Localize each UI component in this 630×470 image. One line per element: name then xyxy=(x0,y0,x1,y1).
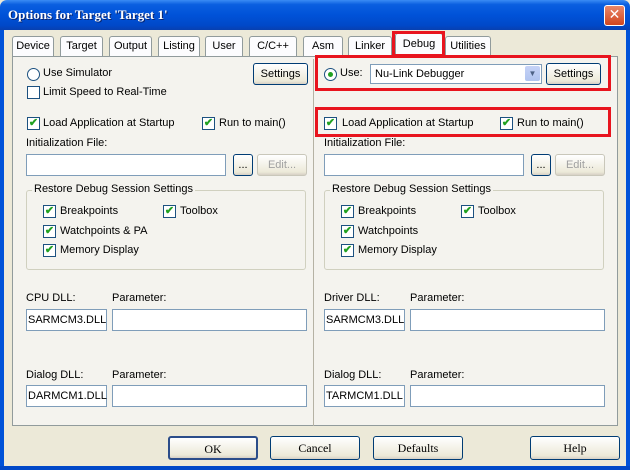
right-memory-display-label: Memory Display xyxy=(358,244,437,256)
tab-utilities[interactable]: Utilities xyxy=(445,36,491,56)
right-run-to-main-checkbox[interactable]: ✔ xyxy=(500,117,513,130)
cpu-dll-input[interactable]: SARMCM3.DLL xyxy=(26,309,107,331)
left-memory-display-label: Memory Display xyxy=(60,244,139,256)
left-dialog-parameter-input[interactable] xyxy=(112,385,307,407)
left-memory-display-checkbox[interactable]: ✔ xyxy=(43,244,56,257)
right-watchpoints-label: Watchpoints xyxy=(358,225,419,237)
tab-user[interactable]: User xyxy=(205,36,243,56)
tab-linker[interactable]: Linker xyxy=(348,36,392,56)
window-frame-bottom xyxy=(0,466,630,470)
tab-listing[interactable]: Listing xyxy=(158,36,200,56)
right-init-file-label: Initialization File: xyxy=(324,137,406,149)
left-breakpoints-label: Breakpoints xyxy=(60,205,119,217)
driver-parameter-label: Parameter: xyxy=(410,292,465,304)
left-run-to-main-checkbox[interactable]: ✔ xyxy=(202,117,215,130)
debugger-select-value: Nu-Link Debugger xyxy=(375,68,465,80)
right-breakpoints-label: Breakpoints xyxy=(358,205,417,217)
cancel-button[interactable]: Cancel xyxy=(270,436,360,460)
use-simulator-radio[interactable] xyxy=(27,68,40,81)
left-init-browse-button[interactable]: ... xyxy=(233,154,253,176)
panel-divider xyxy=(313,59,314,426)
right-init-edit-button[interactable]: Edit... xyxy=(555,154,605,176)
left-load-app-label: Load Application at Startup xyxy=(43,117,175,129)
left-dialog-parameter-label: Parameter: xyxy=(112,369,167,381)
left-init-file-input[interactable] xyxy=(26,154,226,176)
window-title: Options for Target 'Target 1' xyxy=(8,7,168,22)
cpu-parameter-input[interactable] xyxy=(112,309,307,331)
title-bar: Options for Target 'Target 1' ✕ xyxy=(0,0,630,30)
right-memory-display-checkbox[interactable]: ✔ xyxy=(341,244,354,257)
left-dialog-dll-label: Dialog DLL: xyxy=(26,369,84,381)
right-init-file-input[interactable] xyxy=(324,154,524,176)
left-watchpoints-label: Watchpoints & PA xyxy=(60,225,148,237)
left-init-edit-button[interactable]: Edit... xyxy=(257,154,307,176)
right-toolbox-checkbox[interactable]: ✔ xyxy=(461,205,474,218)
right-init-browse-button[interactable]: ... xyxy=(531,154,551,176)
tab-debug[interactable]: Debug xyxy=(395,33,443,57)
left-toolbox-checkbox[interactable]: ✔ xyxy=(163,205,176,218)
left-run-to-main-label: Run to main() xyxy=(219,117,286,129)
limit-speed-checkbox[interactable] xyxy=(27,86,40,99)
tab-asm[interactable]: Asm xyxy=(303,36,343,56)
ok-button[interactable]: OK xyxy=(168,436,258,460)
debugger-select[interactable]: Nu-Link Debugger ▼ xyxy=(370,64,542,84)
left-init-file-label: Initialization File: xyxy=(26,137,108,149)
right-breakpoints-checkbox[interactable]: ✔ xyxy=(341,205,354,218)
window-frame-left xyxy=(0,30,4,470)
right-dialog-parameter-input[interactable] xyxy=(410,385,605,407)
right-watchpoints-checkbox[interactable]: ✔ xyxy=(341,225,354,238)
driver-dll-input[interactable]: SARMCM3.DLL xyxy=(324,309,405,331)
right-load-app-checkbox[interactable]: ✔ xyxy=(324,117,337,130)
cpu-parameter-label: Parameter: xyxy=(112,292,167,304)
tab-output[interactable]: Output xyxy=(109,36,152,56)
use-debugger-label: Use: xyxy=(340,67,363,79)
right-toolbox-label: Toolbox xyxy=(478,205,516,217)
driver-parameter-input[interactable] xyxy=(410,309,605,331)
left-restore-group-title: Restore Debug Session Settings xyxy=(32,183,195,195)
left-load-app-checkbox[interactable]: ✔ xyxy=(27,117,40,130)
right-restore-group-title: Restore Debug Session Settings xyxy=(330,183,493,195)
simulator-settings-button[interactable]: Settings xyxy=(253,63,308,85)
cpu-dll-label: CPU DLL: xyxy=(26,292,76,304)
limit-speed-label: Limit Speed to Real-Time xyxy=(43,86,167,98)
close-icon: ✕ xyxy=(608,7,621,23)
tab-device[interactable]: Device xyxy=(12,36,54,56)
defaults-button[interactable]: Defaults xyxy=(373,436,463,460)
left-watchpoints-checkbox[interactable]: ✔ xyxy=(43,225,56,238)
chevron-down-icon[interactable]: ▼ xyxy=(525,66,540,81)
tab-target[interactable]: Target xyxy=(60,36,103,56)
left-breakpoints-checkbox[interactable]: ✔ xyxy=(43,205,56,218)
right-load-app-label: Load Application at Startup xyxy=(342,117,474,129)
right-dialog-parameter-label: Parameter: xyxy=(410,369,465,381)
right-dialog-dll-label: Dialog DLL: xyxy=(324,369,382,381)
window-frame-right xyxy=(626,30,630,470)
left-toolbox-label: Toolbox xyxy=(180,205,218,217)
right-dialog-dll-input[interactable]: TARMCM1.DLL xyxy=(324,385,405,407)
driver-dll-label: Driver DLL: xyxy=(324,292,380,304)
use-debugger-radio[interactable] xyxy=(324,68,337,81)
tab-cpp[interactable]: C/C++ xyxy=(249,36,297,56)
right-run-to-main-label: Run to main() xyxy=(517,117,584,129)
close-button[interactable]: ✕ xyxy=(604,5,625,26)
help-button[interactable]: Help xyxy=(530,436,620,460)
use-simulator-label: Use Simulator xyxy=(43,67,113,79)
debugger-settings-button[interactable]: Settings xyxy=(546,63,601,85)
left-dialog-dll-input[interactable]: DARMCM1.DLL xyxy=(26,385,107,407)
